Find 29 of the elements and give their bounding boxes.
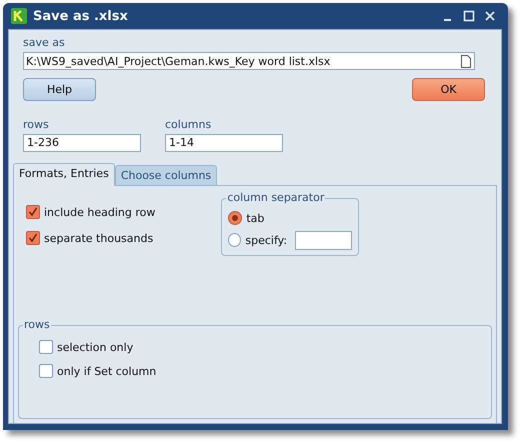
checkbox-label: selection only [57, 340, 134, 354]
field-label: columns [165, 118, 212, 131]
path-field[interactable]: K:\WS9_saved\AI_Project\Geman.kws_Key word list.xlsx [23, 52, 475, 70]
field-label: rows [23, 118, 50, 131]
radio-label: specify: [245, 234, 288, 246]
app-icon [11, 8, 27, 24]
ok-button[interactable]: OK [412, 78, 485, 101]
radio-label: tab [246, 212, 264, 224]
help-button[interactable]: Help [23, 78, 96, 101]
window-title: Save as .xlsx [33, 8, 129, 24]
group-title: column separator [226, 191, 326, 204]
checkbox-label: separate thousands [44, 232, 154, 244]
close-icon[interactable] [484, 10, 496, 22]
input-field[interactable]: 1-14 [165, 134, 283, 152]
file-icon[interactable] [461, 54, 471, 68]
checkbox[interactable] [39, 364, 53, 378]
radio-button[interactable] [228, 233, 242, 247]
input-field[interactable] [295, 230, 352, 250]
tab[interactable]: Formats, Entries [13, 163, 115, 186]
tab[interactable]: Choose columns [114, 165, 218, 185]
radio-button[interactable] [228, 211, 242, 225]
checkbox[interactable] [26, 231, 40, 245]
checkbox-label: only if Set column [57, 364, 156, 378]
checkbox-label: include heading row [44, 206, 156, 218]
input-field[interactable]: 1-236 [23, 134, 141, 152]
checkbox[interactable] [26, 205, 40, 219]
save-as-label: save as [23, 36, 66, 49]
checkbox[interactable] [39, 340, 53, 354]
maximize-icon[interactable] [463, 10, 475, 22]
